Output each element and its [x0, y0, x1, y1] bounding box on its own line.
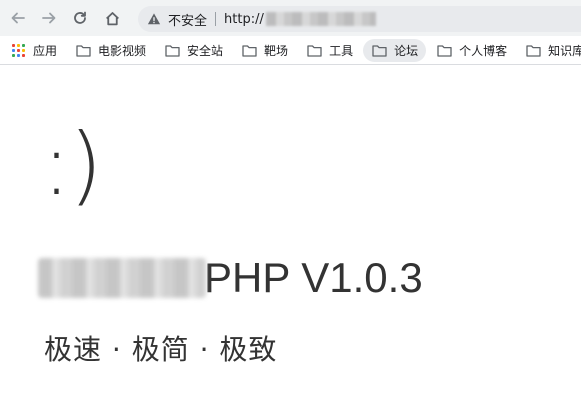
warning-icon [146, 11, 162, 27]
reload-button[interactable] [68, 6, 92, 30]
reload-icon [74, 11, 86, 24]
bookmark-label: 个人博客 [459, 43, 508, 58]
bookmark-label: 安全站 [187, 43, 224, 58]
bookmark-label: 工具 [329, 43, 354, 58]
folder-icon [164, 42, 180, 58]
back-button[interactable] [6, 6, 30, 30]
bookmark-folder-range[interactable]: 靶场 [233, 39, 296, 62]
folder-icon [525, 42, 541, 58]
page-title: PHP V1.0.3 [38, 254, 423, 302]
bookmark-folder-movies[interactable]: 电影视频 [67, 39, 154, 62]
bookmark-apps[interactable]: 应用 [2, 39, 65, 62]
bookmark-folder-forum[interactable]: 论坛 [363, 38, 427, 62]
security-status[interactable]: 不安全 [168, 10, 207, 29]
smiley-face: :) [42, 115, 103, 215]
folder-icon [75, 42, 91, 58]
title-redacted [38, 258, 206, 298]
bookmark-folder-tools[interactable]: 工具 [298, 39, 361, 62]
url-text[interactable]: http:// [224, 12, 264, 27]
bookmark-folder-knowledge[interactable]: 知识库 [517, 39, 581, 62]
home-button[interactable] [100, 6, 124, 30]
page-subtitle: 极速 · 极简 · 极致 [44, 333, 278, 366]
bookmark-folder-blog[interactable]: 个人博客 [428, 39, 515, 62]
bookmark-label: 电影视频 [98, 43, 147, 58]
forward-button[interactable] [37, 6, 61, 30]
home-icon [105, 11, 119, 25]
forward-arrow-icon [42, 12, 56, 24]
bookmark-label: 靶场 [264, 43, 289, 58]
bookmark-label: 知识库 [548, 43, 581, 58]
bookmark-label: 论坛 [394, 43, 419, 58]
bookmark-label: 应用 [33, 43, 58, 58]
url-redacted [265, 12, 376, 26]
browser-toolbar: 不安全 http:// [0, 0, 581, 36]
title-version: PHP V1.0.3 [204, 254, 423, 301]
back-arrow-icon [11, 12, 25, 24]
address-bar[interactable]: 不安全 http:// [138, 6, 581, 32]
folder-icon [241, 42, 257, 58]
folder-icon [306, 42, 322, 58]
bookmarks-bar: 应用 电影视频 安全站 靶场 工具 论坛 个人博客 知识库 [0, 36, 581, 65]
bookmark-folder-security[interactable]: 安全站 [156, 39, 231, 62]
folder-icon [371, 42, 387, 58]
folder-icon [436, 42, 452, 58]
apps-grid-icon [10, 42, 26, 58]
omnibox-separator [215, 12, 217, 26]
